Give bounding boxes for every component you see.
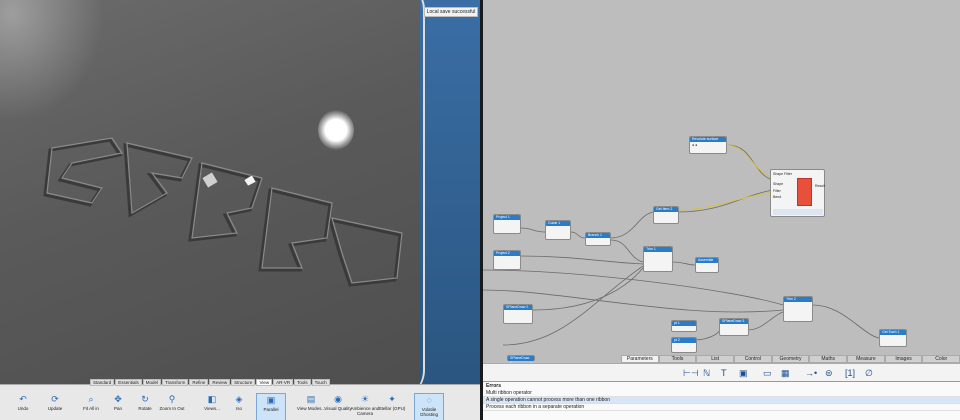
error-line: A single operation cannot process more t… [483, 397, 960, 404]
node-trim-1[interactable]: Trim 1 [643, 246, 673, 272]
tab-parameters[interactable]: Parameters [621, 355, 659, 363]
ribbon-tab[interactable]: Touch [311, 379, 330, 386]
text-icon[interactable]: T [721, 368, 727, 378]
ambience-icon: ☀ [360, 394, 370, 404]
ribbon-tab[interactable]: Structure [231, 379, 256, 386]
undo-icon: ↶ [19, 394, 27, 404]
ribbon-tab[interactable]: Transform [162, 379, 189, 386]
ribbon-tab[interactable]: Standard [90, 379, 115, 386]
engraved-text-model [43, 137, 403, 287]
undo-button[interactable]: ↶ Undo [8, 393, 38, 420]
node-splanedraw-3[interactable]: SPlaneDraw 3 [719, 318, 749, 336]
series-icon[interactable]: ▦ [781, 368, 790, 378]
node-pt-2[interactable]: pt 2 [671, 337, 697, 353]
ghosting-icon: ◌ [426, 395, 432, 405]
fit-all-button[interactable]: ⌕ Fit All in [76, 393, 106, 420]
visual-quality-button[interactable]: ◉ Visual Quality [323, 393, 353, 420]
node-guide-1[interactable]: Guide 1 [545, 220, 571, 240]
filter-block [797, 178, 812, 206]
tab-control[interactable]: Control [734, 355, 772, 363]
view-modes-button[interactable]: ▤ View Modes... [296, 393, 326, 420]
stellar-icon: ✦ [388, 394, 396, 404]
ribbon-tabs: Standard Essentials Model Transform Refi… [90, 379, 330, 386]
errors-title: Errors [486, 383, 502, 389]
ribbon-tab[interactable]: AR-VR [273, 379, 294, 386]
pan-button[interactable]: ✥ Pan [103, 393, 133, 420]
point-icon[interactable]: →• [805, 368, 817, 378]
tab-maths[interactable]: Maths [809, 355, 848, 363]
stellar-button[interactable]: ✦ Stellar (GPU) [377, 393, 407, 420]
list-icon[interactable]: [1] [845, 368, 855, 378]
image-icon[interactable]: ▣ [739, 368, 748, 378]
parameters-toolbar: ⊢⊣ ℕ T ▣ ▭ ▦ →• ⊜ [1] ∅ [483, 363, 960, 381]
rotate-button[interactable]: ↻ Rotate [130, 393, 160, 420]
ribbon-tab[interactable]: Model [142, 379, 162, 386]
ribbon-tab[interactable]: Refine [189, 379, 209, 386]
ghosting-button[interactable]: ◌ Volatile Ghosting [414, 393, 444, 420]
ribbon-tab[interactable]: Tools [294, 379, 311, 386]
node-get-each[interactable]: Get Each 1 [879, 329, 907, 347]
null-icon[interactable]: ∅ [865, 368, 873, 378]
error-line: Multi ribbon operator [483, 390, 960, 397]
specular-streak [0, 0, 120, 140]
tab-geometry[interactable]: Geometry [771, 355, 810, 363]
views-icon: ◧ [207, 394, 217, 404]
tab-tools[interactable]: Tools [658, 355, 697, 363]
tab-images[interactable]: Images [884, 355, 923, 363]
ribbon-bar: Standard Essentials Model Transform Refi… [0, 379, 480, 420]
node-get-item[interactable]: Get Item 2 [653, 206, 679, 224]
pan-icon: ✥ [114, 394, 122, 404]
save-toast: Local save successful [424, 7, 478, 17]
parallel-icon: ▣ [266, 395, 276, 405]
equation-icon[interactable]: ⊜ [825, 368, 833, 378]
fit-all-icon: ⌕ [88, 394, 94, 404]
graph-editor[interactable]: Revolute surface ● ● Shape Filter Shape … [483, 0, 960, 420]
3d-viewport[interactable]: Local save successful Standard Essential… [0, 0, 480, 420]
graph-wires [483, 144, 880, 346]
zoom-button[interactable]: ⚲ Zoom In Out [157, 393, 187, 420]
node-shape-filter[interactable]: Shape Filter Shape Result Filter Bend [770, 169, 825, 217]
panel-tabs: Parameters Tools List Control Geometry M… [621, 355, 960, 363]
ribbon-tab[interactable]: Review [209, 379, 231, 386]
zoom-icon: ⚲ [168, 394, 176, 404]
parallel-button[interactable]: ▣ Parallel [256, 393, 286, 420]
node-project-1[interactable]: Project 1 [493, 214, 521, 234]
errors-panel: Errors Multi ribbon operator A single op… [483, 381, 960, 420]
node-splanedraw-2[interactable]: SPlaneDraw 2 [503, 304, 533, 324]
node-revolute-surface[interactable]: Revolute surface ● ● [689, 136, 727, 154]
view-modes-icon: ▤ [306, 394, 316, 404]
node-assemble[interactable]: Assemble 1 [695, 257, 719, 273]
views-button[interactable]: ◧ Views... [197, 393, 227, 420]
rotate-icon: ↻ [141, 394, 149, 404]
node-splanedraw-1[interactable]: SPlaneDraw 1 [507, 355, 535, 365]
binary-icon[interactable]: ▭ [763, 368, 772, 378]
node-project-2[interactable]: Project 2 [493, 250, 521, 270]
node-pt-1[interactable]: pt 1 [671, 320, 697, 332]
node-trim-2[interactable]: Trim 2 [783, 296, 813, 322]
update-icon: ⟳ [51, 394, 59, 404]
node-branch-1[interactable]: Branch 1 [585, 232, 611, 246]
node-toolbar [773, 209, 823, 215]
ribbon-tab[interactable]: Essentials [115, 379, 142, 386]
error-line: Process each ribbon in a separate operat… [483, 404, 960, 411]
visual-quality-icon: ◉ [334, 394, 342, 404]
tab-list[interactable]: List [696, 355, 735, 363]
tab-color[interactable]: Color [922, 355, 960, 363]
iso-icon: ◈ [235, 394, 243, 404]
ambience-button[interactable]: ☀ Ambience and Camera [350, 393, 380, 420]
number-icon[interactable]: ℕ [703, 368, 710, 378]
iso-button[interactable]: ◈ Iso [224, 393, 254, 420]
range-icon[interactable]: ⊢⊣ [683, 368, 699, 378]
ribbon-tab-view[interactable]: View [256, 379, 273, 386]
sky-background [420, 0, 480, 388]
update-button[interactable]: ⟳ Update [40, 393, 70, 420]
tab-measure[interactable]: Measure [847, 355, 885, 363]
